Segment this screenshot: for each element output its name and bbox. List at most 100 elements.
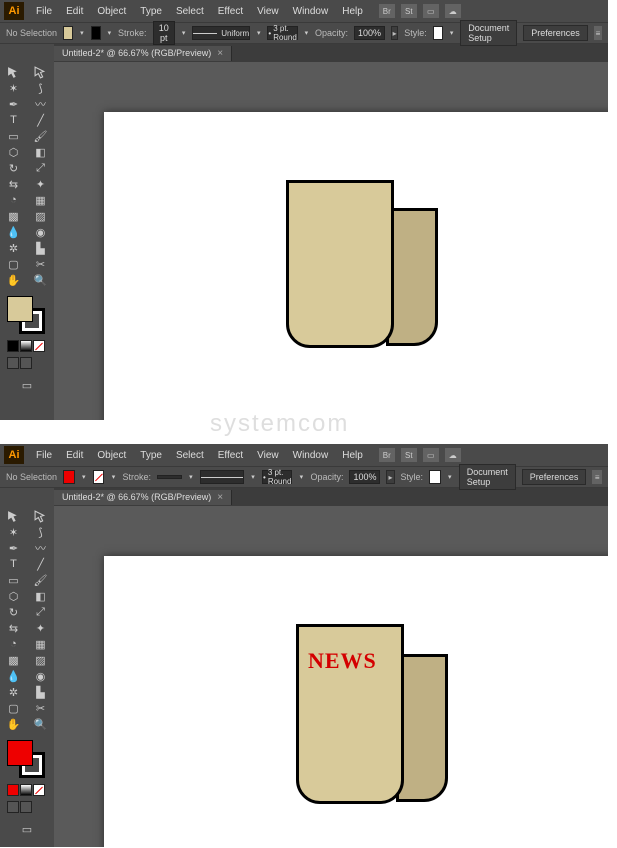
width-tool[interactable]: ⇆ bbox=[0, 176, 27, 192]
menu-view[interactable]: View bbox=[251, 4, 285, 19]
canvas[interactable] bbox=[54, 62, 608, 420]
tab-close-icon[interactable]: × bbox=[217, 492, 223, 503]
curvature-tool[interactable]: 〰 bbox=[27, 540, 54, 556]
align-icon[interactable]: ≡ bbox=[594, 26, 602, 40]
type-tool[interactable]: T bbox=[0, 556, 27, 572]
menu-type[interactable]: Type bbox=[134, 4, 168, 19]
pen-tool[interactable]: ✒ bbox=[0, 540, 27, 556]
stroke-swatch[interactable] bbox=[93, 470, 105, 484]
magic-wand-tool[interactable]: ✶ bbox=[0, 524, 27, 540]
fill-dd[interactable]: ▾ bbox=[79, 26, 84, 40]
menu-object[interactable]: Object bbox=[91, 448, 132, 463]
shaper-tool[interactable]: ⬡ bbox=[0, 588, 27, 604]
brush-definition[interactable]: •3 pt. Round bbox=[262, 470, 292, 484]
profile-dd[interactable]: ▾ bbox=[250, 470, 256, 484]
fill-color-icon[interactable] bbox=[7, 740, 33, 766]
perspective-tool[interactable]: ▦ bbox=[27, 192, 54, 208]
menu-select[interactable]: Select bbox=[170, 448, 210, 463]
symbol-sprayer-tool[interactable]: ✲ bbox=[0, 684, 27, 700]
mesh-tool[interactable]: ▩ bbox=[0, 652, 27, 668]
edit-toolbar-icon[interactable]: ▭ bbox=[14, 377, 41, 393]
menu-help[interactable]: Help bbox=[336, 4, 369, 19]
document-tab[interactable]: Untitled-2* @ 66.67% (RGB/Preview) × bbox=[54, 490, 232, 505]
menu-edit[interactable]: Edit bbox=[60, 448, 89, 463]
align-icon[interactable]: ≡ bbox=[592, 470, 602, 484]
stroke-dd[interactable]: ▾ bbox=[107, 26, 112, 40]
style-dd[interactable]: ▾ bbox=[449, 26, 454, 40]
direct-selection-tool[interactable] bbox=[27, 508, 54, 524]
stroke-wt-dd[interactable]: ▾ bbox=[188, 470, 194, 484]
eyedropper-tool[interactable]: 💧 bbox=[0, 668, 27, 684]
blend-tool[interactable]: ◉ bbox=[27, 668, 54, 684]
magic-wand-tool[interactable]: ✶ bbox=[0, 80, 27, 96]
hand-tool[interactable]: ✋ bbox=[0, 272, 27, 288]
width-tool[interactable]: ⇆ bbox=[0, 620, 27, 636]
menu-type[interactable]: Type bbox=[134, 448, 168, 463]
paintbrush-tool[interactable]: 🖌 bbox=[27, 128, 54, 144]
bridge-icon[interactable]: Br bbox=[379, 4, 395, 18]
cloud-icon[interactable]: ☁ bbox=[445, 448, 461, 462]
eyedropper-tool[interactable]: 💧 bbox=[0, 224, 27, 240]
rotate-tool[interactable]: ↻ bbox=[0, 604, 27, 620]
opacity-arrow[interactable]: ▸ bbox=[391, 26, 398, 40]
style-swatch[interactable] bbox=[433, 26, 443, 40]
gradient-tool[interactable]: ▨ bbox=[27, 208, 54, 224]
selection-tool[interactable] bbox=[0, 64, 27, 80]
menu-window[interactable]: Window bbox=[287, 4, 335, 19]
brush-dd[interactable]: ▾ bbox=[298, 470, 304, 484]
artboard-tool[interactable]: ▢ bbox=[0, 700, 27, 716]
screen-mode-icon[interactable] bbox=[7, 357, 19, 369]
scale-tool[interactable]: ⤢ bbox=[27, 604, 54, 620]
free-transform-tool[interactable]: ✦ bbox=[27, 620, 54, 636]
eraser-tool[interactable]: ◧ bbox=[27, 588, 54, 604]
slice-tool[interactable]: ✂ bbox=[27, 700, 54, 716]
screen-mode-2-icon[interactable] bbox=[20, 357, 32, 369]
preferences-button[interactable]: Preferences bbox=[523, 25, 588, 41]
lasso-tool[interactable]: ⟆ bbox=[27, 524, 54, 540]
cloud-icon[interactable]: ☁ bbox=[445, 4, 461, 18]
arrange-icon[interactable]: ▭ bbox=[423, 4, 439, 18]
stroke-weight-input[interactable]: 10 pt bbox=[153, 21, 176, 45]
menu-select[interactable]: Select bbox=[170, 4, 210, 19]
line-tool[interactable]: ╱ bbox=[27, 112, 54, 128]
fill-stroke-control[interactable] bbox=[7, 740, 47, 780]
bridge-icon[interactable]: Br bbox=[379, 448, 395, 462]
shape-builder-tool[interactable]: ◔ bbox=[0, 192, 27, 208]
blend-tool[interactable]: ◉ bbox=[27, 224, 54, 240]
lasso-tool[interactable]: ⟆ bbox=[27, 80, 54, 96]
fill-color-icon[interactable] bbox=[7, 296, 33, 322]
slice-tool[interactable]: ✂ bbox=[27, 256, 54, 272]
document-tab[interactable]: Untitled-2* @ 66.67% (RGB/Preview) × bbox=[54, 46, 232, 61]
menu-file[interactable]: File bbox=[30, 448, 58, 463]
stroke-weight-input[interactable] bbox=[157, 475, 182, 479]
menu-help[interactable]: Help bbox=[336, 448, 369, 463]
pen-tool[interactable]: ✒ bbox=[0, 96, 27, 112]
stock-icon[interactable]: St bbox=[401, 4, 417, 18]
stroke-profile[interactable]: Uniform bbox=[192, 26, 250, 40]
opacity-input[interactable]: 100% bbox=[349, 470, 380, 484]
graph-tool[interactable]: ▙ bbox=[27, 240, 54, 256]
scale-tool[interactable]: ⤢ bbox=[27, 160, 54, 176]
opacity-arrow[interactable]: ▸ bbox=[386, 470, 394, 484]
gradient-tool[interactable]: ▨ bbox=[27, 652, 54, 668]
screen-mode-2-icon[interactable] bbox=[20, 801, 32, 813]
stroke-swatch[interactable] bbox=[91, 26, 101, 40]
fill-swatch[interactable] bbox=[63, 26, 73, 40]
rectangle-tool[interactable]: ▭ bbox=[0, 128, 27, 144]
symbol-sprayer-tool[interactable]: ✲ bbox=[0, 240, 27, 256]
style-dd[interactable]: ▾ bbox=[447, 470, 453, 484]
stroke-dd[interactable]: ▾ bbox=[110, 470, 116, 484]
brush-dd[interactable]: ▾ bbox=[304, 26, 309, 40]
arrange-icon[interactable]: ▭ bbox=[423, 448, 439, 462]
curvature-tool[interactable]: 〰 bbox=[27, 96, 54, 112]
menu-effect[interactable]: Effect bbox=[212, 4, 249, 19]
document-setup-button[interactable]: Document Setup bbox=[460, 20, 517, 46]
mesh-tool[interactable]: ▩ bbox=[0, 208, 27, 224]
fill-stroke-control[interactable] bbox=[7, 296, 47, 336]
rotate-tool[interactable]: ↻ bbox=[0, 160, 27, 176]
opacity-input[interactable]: 100% bbox=[354, 26, 385, 40]
profile-dd[interactable]: ▾ bbox=[256, 26, 261, 40]
stroke-profile[interactable] bbox=[200, 470, 244, 484]
news-text[interactable]: NEWS bbox=[308, 648, 377, 674]
menu-effect[interactable]: Effect bbox=[212, 448, 249, 463]
